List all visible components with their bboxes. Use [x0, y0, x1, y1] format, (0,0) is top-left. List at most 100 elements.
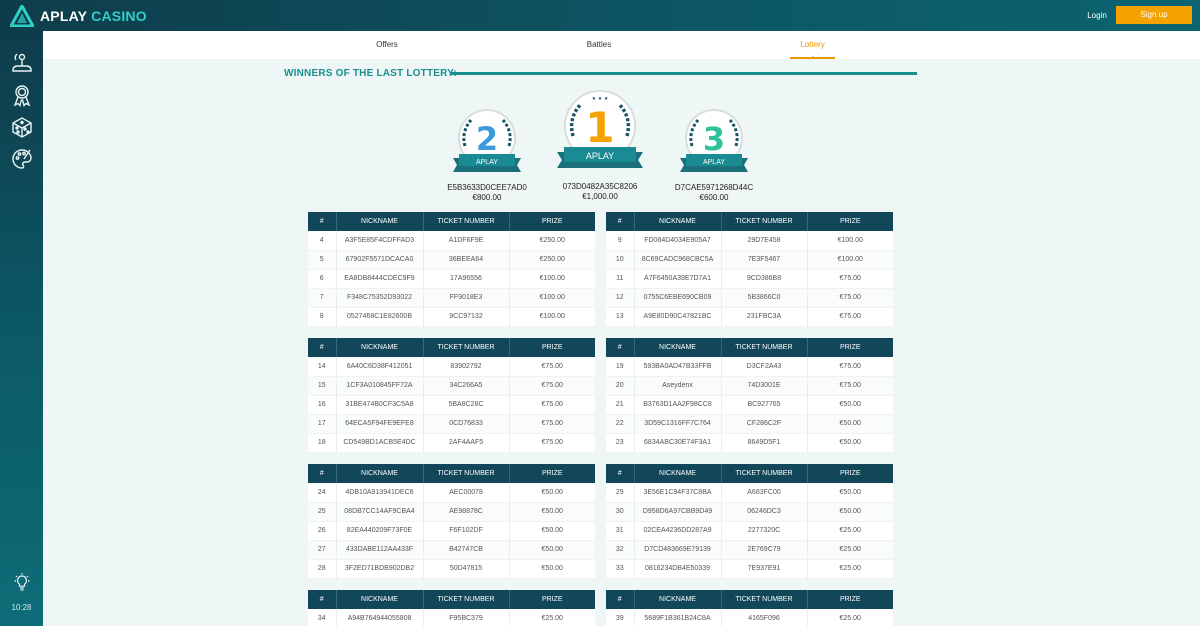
cell-prize: €50.00 — [807, 502, 893, 522]
table-row: 29 3E56E1C94F37C8BA A683FC00 €50.00 — [606, 483, 893, 503]
cell-ticket-number: CF286C2F — [721, 414, 808, 434]
table-row: 22 3D59C1316FF7C764 CF286C2F €50.00 — [606, 414, 893, 434]
cell-prize: €75.00 — [509, 357, 595, 377]
table-header-row: # NICKNAME TICKET NUMBER PRIZE — [308, 212, 595, 231]
cell-nickname: 02CEA4236DD287A9 — [634, 521, 722, 541]
cell-ticket-number: 7E3F5467 — [721, 250, 808, 270]
second-place-prize: €800.00 — [472, 193, 502, 202]
column-header-ticket-number: TICKET NUMBER — [721, 338, 808, 357]
cell-ticket-number: 83902792 — [423, 357, 510, 377]
column-header-rank: # — [606, 590, 635, 609]
cell-rank: 26 — [308, 521, 337, 541]
logo-text: APLAY CASINO — [40, 8, 147, 24]
cell-rank: 24 — [308, 483, 337, 503]
cell-rank: 30 — [606, 502, 635, 522]
cell-nickname: A3F5E85F4CDFFAD3 — [336, 231, 424, 251]
dice-icon[interactable] — [10, 115, 34, 139]
cell-ticket-number: 74D3001E — [721, 376, 808, 396]
cell-nickname: A7F6450A39E7D7A1 — [634, 269, 722, 289]
table-row: 5 67902F5571DCACA0 36BEEA64 €250.00 — [308, 250, 595, 270]
logo-text-aplay: APLAY — [40, 7, 88, 24]
cell-nickname: CD549BD1ACB5E4DC — [336, 433, 424, 453]
signup-button[interactable]: Sign up — [1116, 6, 1192, 24]
table-row: 13 A9E80D90C47821BC 231FBC3A €75.00 — [606, 307, 893, 327]
logo[interactable]: APLAY CASINO — [10, 4, 147, 27]
cell-rank: 33 — [606, 559, 635, 579]
column-header-prize: PRIZE — [807, 212, 893, 231]
award-icon[interactable] — [10, 83, 34, 107]
tab-offers[interactable]: Offers — [363, 31, 411, 59]
third-place-prize: €600.00 — [699, 193, 729, 202]
cell-prize: €100.00 — [509, 269, 595, 289]
cell-nickname: 08DB7CC14AF9CBA4 — [336, 502, 424, 522]
table-header-row: # NICKNAME TICKET NUMBER PRIZE — [308, 590, 595, 609]
tab-battles[interactable]: Battles — [575, 31, 623, 59]
cell-rank: 6 — [308, 269, 337, 289]
second-place-nickname: E5B3633D0CEE7AD0 — [447, 183, 527, 192]
winners-table-5: # NICKNAME TICKET NUMBER PRIZE 24 4DB10A91394… — [308, 464, 595, 579]
column-header-nickname: NICKNAME — [336, 338, 424, 357]
winners-table-2: # NICKNAME TICKET NUMBER PRIZE 9 FD084D4034E9… — [606, 212, 893, 327]
login-link[interactable]: Login — [1082, 0, 1112, 31]
table-row: 32 D7CD483669E79139 2E769C79 €25.00 — [606, 540, 893, 560]
column-header-prize: PRIZE — [509, 464, 595, 483]
cell-nickname: 3D59C1316FF7C764 — [634, 414, 722, 434]
cell-nickname: Aseydenx — [634, 376, 722, 396]
column-header-nickname: NICKNAME — [336, 590, 424, 609]
cell-rank: 29 — [606, 483, 635, 503]
first-place-prize: €1,000.00 — [582, 192, 618, 201]
podium-third: 3 APLAY D7CAE5971268D44C €600.00 — [669, 106, 759, 202]
cell-nickname: A9E80D90C47821BC — [634, 307, 722, 327]
table-row: 26 82EA440209F73F0E F6F102DF €50.00 — [308, 521, 595, 541]
winners-divider — [450, 72, 917, 75]
cell-nickname: 6A40C6D38F412051 — [336, 357, 424, 377]
cell-ticket-number: 06246DC3 — [721, 502, 808, 522]
cell-nickname: 31BE474B0CF3C5A8 — [336, 395, 424, 415]
cell-prize: €50.00 — [509, 559, 595, 579]
cell-prize: €75.00 — [509, 376, 595, 396]
cell-rank: 8 — [308, 307, 337, 327]
table-row: 25 08DB7CC14AF9CBA4 AE98878C €50.00 — [308, 502, 595, 522]
column-header-ticket-number: TICKET NUMBER — [423, 464, 510, 483]
third-place-number: 3 — [703, 120, 725, 158]
tab-lottery[interactable]: Lottery — [790, 31, 835, 59]
cell-prize: €75.00 — [807, 288, 893, 308]
cell-rank: 22 — [606, 414, 635, 434]
cell-nickname: 3E56E1C94F37C8BA — [634, 483, 722, 503]
column-header-ticket-number: TICKET NUMBER — [423, 590, 510, 609]
column-header-prize: PRIZE — [509, 590, 595, 609]
cell-prize: €50.00 — [509, 502, 595, 522]
cell-nickname: 0527468C1E82600B — [336, 307, 424, 327]
cell-rank: 12 — [606, 288, 635, 308]
podium-second: 2 APLAY E5B3633D0CEE7AD0 €800.00 — [442, 106, 532, 202]
column-header-rank: # — [606, 338, 635, 357]
cell-ticket-number: 0CD76833 — [423, 414, 510, 434]
cell-nickname: 64ECA5F94FE9EFE8 — [336, 414, 424, 434]
cell-ticket-number: A1DF6F9E — [423, 231, 510, 251]
table-row: 39 5689F1B361B24C8A 4165F096 €25.00 — [606, 609, 893, 626]
palette-icon[interactable] — [10, 147, 34, 171]
table-row: 34 A94B764944055808 F95BC379 €25.00 — [308, 609, 595, 626]
table-row: 9 FD084D4034E905A7 29D7E458 €100.00 — [606, 231, 893, 251]
cell-rank: 15 — [308, 376, 337, 396]
lightbulb-icon[interactable] — [14, 573, 30, 591]
column-header-nickname: NICKNAME — [634, 338, 722, 357]
column-header-nickname: NICKNAME — [634, 590, 722, 609]
cell-rank: 7 — [308, 288, 337, 308]
cell-ticket-number: B42747CB — [423, 540, 510, 560]
cell-ticket-number: F95BC379 — [423, 609, 510, 626]
column-header-nickname: NICKNAME — [634, 464, 722, 483]
cell-ticket-number: 36BEEA64 — [423, 250, 510, 270]
column-header-prize: PRIZE — [509, 338, 595, 357]
cell-prize: €250.00 — [509, 231, 595, 251]
winners-table-4: # NICKNAME TICKET NUMBER PRIZE 19 593BA0AD47B… — [606, 338, 893, 453]
cell-ticket-number: 5BA8C28C — [423, 395, 510, 415]
third-place-brand: APLAY — [703, 159, 725, 166]
table-row: 14 6A40C6D38F412051 83902792 €75.00 — [308, 357, 595, 377]
column-header-ticket-number: TICKET NUMBER — [423, 338, 510, 357]
table-header-row: # NICKNAME TICKET NUMBER PRIZE — [606, 590, 893, 609]
cell-rank: 10 — [606, 250, 635, 270]
joystick-icon[interactable] — [10, 51, 34, 75]
column-header-prize: PRIZE — [509, 212, 595, 231]
cell-ticket-number: 17A96556 — [423, 269, 510, 289]
